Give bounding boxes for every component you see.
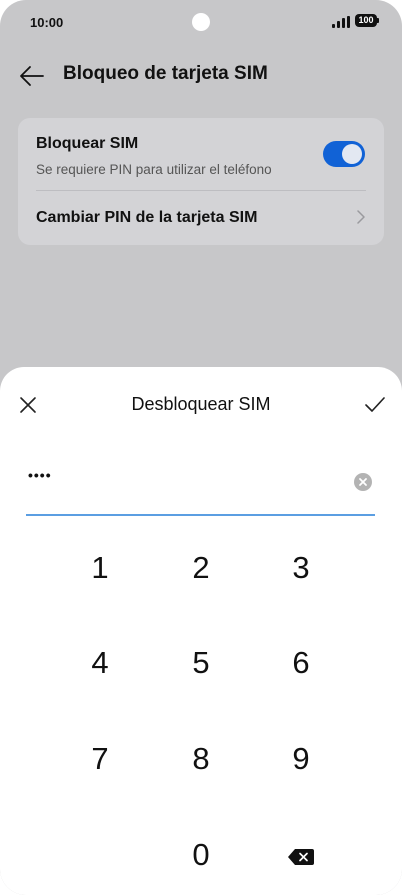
signal-icon	[332, 16, 350, 28]
keypad-key-3[interactable]: 3	[266, 540, 336, 596]
pin-input[interactable]: ••••	[28, 467, 52, 483]
keypad-key-6[interactable]: 6	[266, 635, 336, 691]
battery-icon: 100	[355, 14, 379, 27]
backspace-icon[interactable]	[287, 848, 315, 866]
unlock-sim-sheet: Desbloquear SIM •••• 1 2 3 4 5 6 7 8 9 0	[0, 367, 402, 895]
keypad-key-5[interactable]: 5	[166, 635, 236, 691]
keypad-key-4[interactable]: 4	[65, 635, 135, 691]
lock-sim-toggle[interactable]	[323, 141, 365, 167]
keypad-key-2[interactable]: 2	[166, 540, 236, 596]
battery-level: 100	[358, 15, 374, 25]
camera-cutout	[192, 13, 210, 31]
clear-input-icon[interactable]	[354, 473, 372, 491]
phone-screen: 10:00 100 Bloqueo de tarjeta SIM Bloquea…	[0, 0, 402, 895]
change-pin-title: Cambiar PIN de la tarjeta SIM	[36, 209, 258, 226]
keypad-key-0[interactable]: 0	[166, 827, 236, 883]
change-pin-row[interactable]: Cambiar PIN de la tarjeta SIM	[18, 191, 384, 245]
status-time: 10:00	[30, 15, 64, 30]
dialog-title: Desbloquear SIM	[131, 394, 271, 414]
lock-sim-subtitle: Se requiere PIN para utilizar el teléfon…	[36, 162, 272, 177]
toggle-knob	[342, 144, 362, 164]
page-title: Bloqueo de tarjeta SIM	[63, 63, 268, 84]
checkmark-icon[interactable]	[364, 395, 386, 415]
keypad-key-1[interactable]: 1	[65, 540, 135, 596]
arrow-left-icon[interactable]	[18, 62, 46, 90]
chevron-right-icon	[354, 210, 368, 224]
lock-sim-title: Bloquear SIM	[36, 135, 139, 152]
keypad-key-8[interactable]: 8	[166, 731, 236, 787]
status-bar: 10:00 100	[0, 0, 402, 44]
pin-input-underline	[26, 514, 375, 516]
keypad-key-7[interactable]: 7	[65, 731, 135, 787]
sim-lock-settings-card: Bloquear SIM Se requiere PIN para utiliz…	[18, 118, 384, 245]
lock-sim-row[interactable]: Bloquear SIM Se requiere PIN para utiliz…	[18, 118, 384, 190]
keypad-key-9[interactable]: 9	[266, 731, 336, 787]
